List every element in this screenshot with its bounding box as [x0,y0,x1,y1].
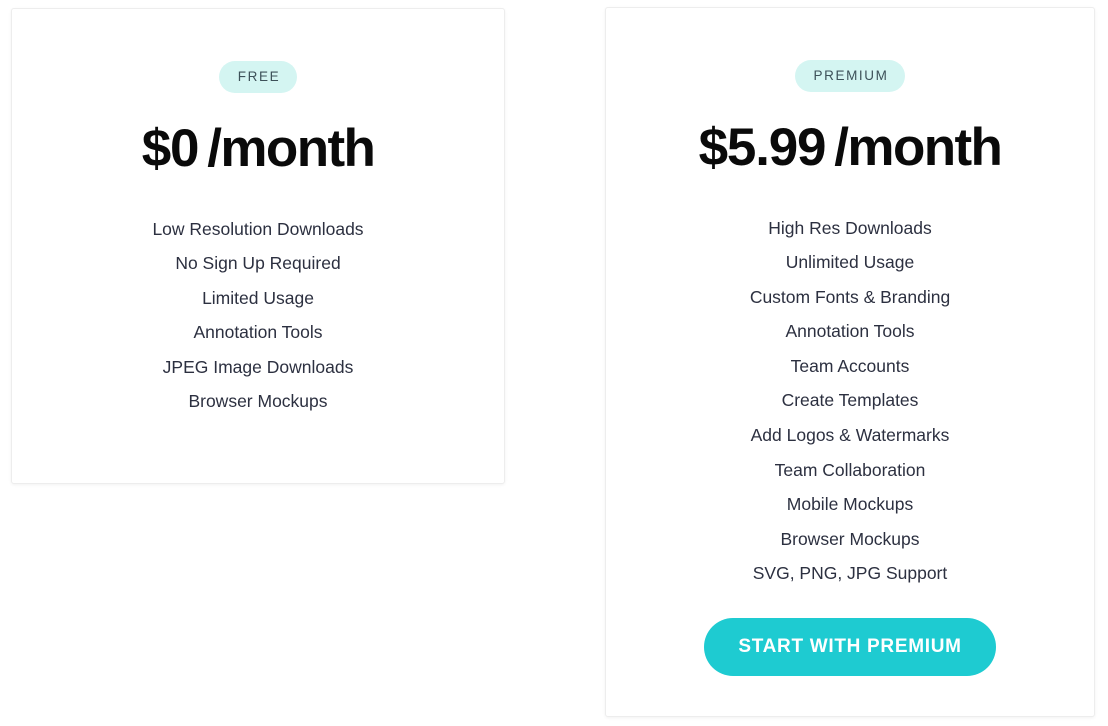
pricing-card-free: FREE $0/month Low Resolution Downloads N… [11,8,505,484]
plan-price-period-free: /month [207,118,376,178]
list-item: Team Accounts [790,355,910,376]
list-item: Unlimited Usage [785,252,915,273]
pricing-card-premium: PREMIUM $5.99/month High Res Downloads U… [605,7,1095,717]
list-item: Create Templates [781,390,919,411]
plan-price-amount-free: $0 [141,118,200,178]
list-item: No Sign Up Required [175,253,341,274]
list-item: SVG, PNG, JPG Support [752,563,948,584]
list-item: Browser Mockups [780,528,920,549]
plan-badge-premium: PREMIUM [794,60,906,92]
list-item: Low Resolution Downloads [152,218,364,239]
start-with-premium-button[interactable]: START WITH PREMIUM [704,618,996,677]
plan-price-period-premium: /month [834,117,1003,177]
list-item: Custom Fonts & Branding [749,286,951,307]
pricing-plans-container: FREE $0/month Low Resolution Downloads N… [0,0,1108,726]
feature-list-premium: High Res Downloads Unlimited Usage Custo… [606,211,1094,592]
plan-price-premium: $5.99/month [698,117,1003,177]
list-item: Annotation Tools [193,322,323,343]
list-item: High Res Downloads [768,217,932,238]
plan-price-free: $0/month [141,118,376,178]
list-item: Browser Mockups [188,391,328,412]
list-item: Annotation Tools [785,321,915,342]
list-item: Mobile Mockups [786,494,914,515]
plan-badge-free: FREE [218,61,298,93]
list-item: JPEG Image Downloads [162,356,354,377]
plan-price-amount-premium: $5.99 [698,117,827,177]
feature-list-free: Low Resolution Downloads No Sign Up Requ… [12,212,504,420]
list-item: Limited Usage [202,287,314,308]
list-item: Team Collaboration [774,459,926,480]
list-item: Add Logos & Watermarks [750,425,950,446]
